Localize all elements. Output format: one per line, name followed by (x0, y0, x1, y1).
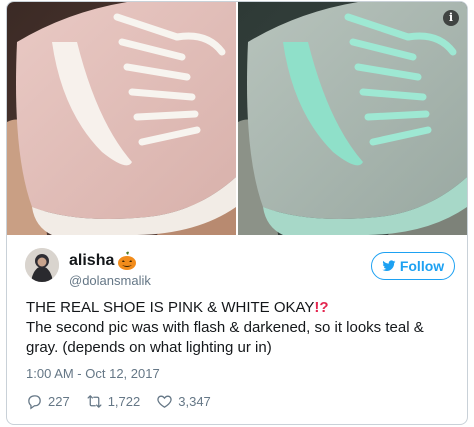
media-grid[interactable]: i (7, 2, 467, 235)
display-name[interactable]: alisha (69, 252, 114, 270)
tweet-text-line2: The second pic was with flash & darkened… (26, 319, 424, 356)
follow-label: Follow (399, 258, 445, 274)
retweet-button[interactable]: 1,722 (86, 393, 141, 410)
retweet-icon (87, 395, 102, 408)
follow-button[interactable]: Follow (371, 252, 455, 280)
author-handle[interactable]: @dolansmalik (69, 273, 151, 288)
pink-white-shoe-photo[interactable] (7, 2, 236, 235)
tweet-card: i alisha @dolansmalik Follow THE REAL SH… (6, 1, 468, 425)
avatar[interactable] (25, 248, 59, 282)
exclamation-question-emoji: !? (314, 299, 329, 316)
teal-gray-shoe-photo[interactable] (238, 2, 467, 235)
tweet-text-line1: THE REAL SHOE IS PINK & WHITE OKAY!? (26, 298, 456, 318)
like-button[interactable]: 3,347 (156, 393, 211, 410)
retweet-count: 1,722 (107, 394, 141, 409)
tweet-text: THE REAL SHOE IS PINK & WHITE OKAY!? The… (26, 298, 456, 358)
pumpkin-icon (117, 251, 137, 271)
tweet-headline: THE REAL SHOE IS PINK & WHITE OKAY (26, 299, 315, 316)
twitter-bird-icon (382, 260, 396, 272)
tweet-timestamp[interactable]: 1:00 AM - Oct 12, 2017 (26, 366, 160, 381)
author-name-row[interactable]: alisha (69, 251, 137, 271)
info-icon[interactable]: i (443, 10, 459, 26)
reply-icon (28, 395, 41, 410)
reply-count: 227 (48, 394, 70, 409)
heart-icon (157, 395, 172, 408)
tweet-actions: 227 1,722 3,347 (26, 393, 211, 410)
reply-button[interactable]: 227 (26, 393, 70, 410)
like-count: 3,347 (178, 394, 211, 409)
